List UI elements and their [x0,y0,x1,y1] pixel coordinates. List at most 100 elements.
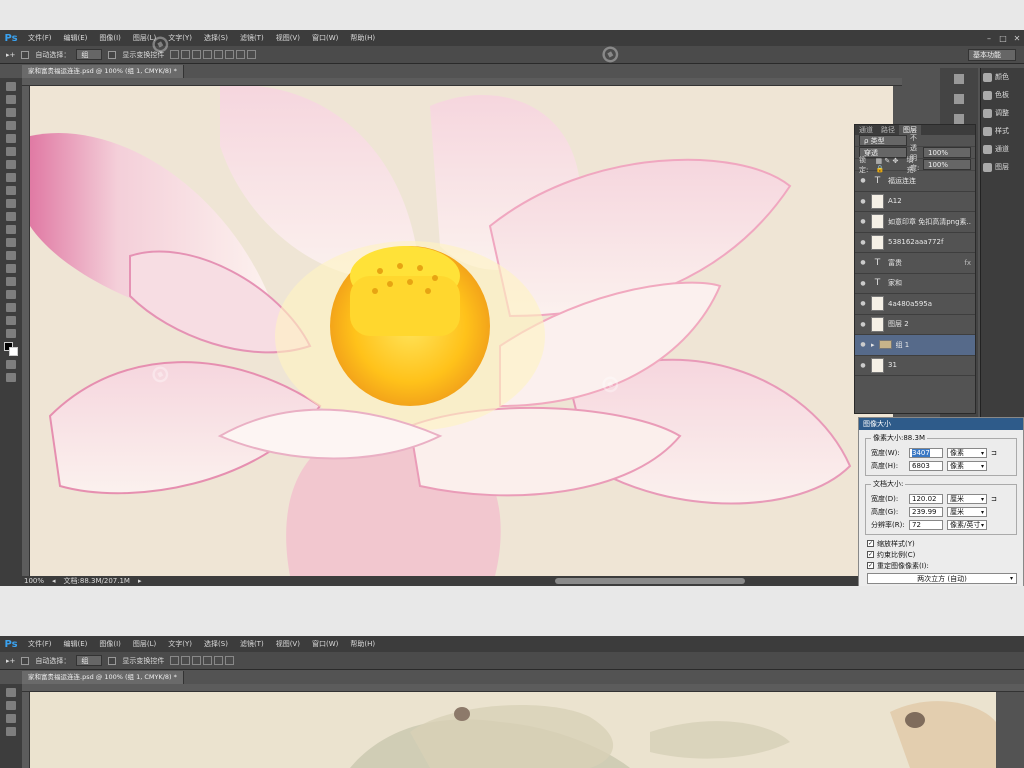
gradient-tool-icon[interactable] [6,225,16,234]
dock-swatches[interactable]: 色板 [981,86,1024,104]
menu-help[interactable]: 帮助(H) [344,30,381,46]
layer-row[interactable]: ● 4a480a595a [855,294,975,315]
maximize-icon[interactable]: □ [996,34,1010,43]
resample-checkbox[interactable]: ✓ [867,562,874,569]
align-left-icon[interactable] [203,50,213,59]
visibility-eye-icon[interactable]: ● [859,239,867,246]
blur-tool-icon[interactable] [6,238,16,247]
visibility-eye-icon[interactable]: ● [859,177,867,184]
show-transform-checkbox[interactable] [108,50,117,59]
info-panel-icon[interactable] [954,114,964,124]
distribute-icon[interactable] [236,50,246,59]
dock-adjustments[interactable]: 调整 [981,104,1024,122]
move-tool-icon[interactable] [6,82,16,91]
background-color[interactable] [9,347,18,356]
lasso-tool-icon[interactable] [6,108,16,117]
menu-window[interactable]: 窗口(W) [306,30,344,46]
tab-channels[interactable]: 通道 [855,125,877,135]
horizontal-scrollbar[interactable] [555,578,745,584]
visibility-eye-icon[interactable]: ● [859,362,867,369]
history-brush-icon[interactable] [6,199,16,208]
auto-select-dropdown[interactable]: 组 [76,655,103,666]
dock-color[interactable]: 颜色 [981,68,1024,86]
canvas-painting[interactable] [30,692,996,768]
menu-select[interactable]: 选择(S) [198,30,234,46]
constrain-checkbox[interactable]: ✓ [867,551,874,558]
layer-row[interactable]: ● T 富贵 fx [855,253,975,274]
layer-row[interactable]: ● 图层 2 [855,315,975,335]
visibility-eye-icon[interactable]: ● [859,321,867,328]
menu-view[interactable]: 视图(V) [270,30,306,46]
visibility-eye-icon[interactable]: ● [859,280,867,287]
doc-info[interactable]: 文档:88.3M/207.1M [64,576,130,586]
tab-paths[interactable]: 路径 [877,125,899,135]
healing-tool-icon[interactable] [6,160,16,169]
doc-height-input[interactable]: 239.99 [909,506,943,517]
stamp-tool-icon[interactable] [6,186,16,195]
layer-row[interactable]: ● T 家和 [855,274,975,294]
marquee-tool-icon[interactable] [6,701,16,710]
constrain-row[interactable]: ✓ 约束比例(C) [859,549,1023,560]
close-icon[interactable]: ✕ [1010,34,1024,43]
dock-styles[interactable]: 样式 [981,122,1024,140]
visibility-eye-icon[interactable]: ● [859,259,867,266]
show-transform-checkbox[interactable] [108,656,117,665]
eyedropper-tool-icon[interactable] [6,147,16,156]
visibility-eye-icon[interactable]: ● [859,218,867,225]
lasso-tool-icon[interactable] [6,714,16,723]
dock-layers[interactable]: 图层 [981,158,1024,176]
properties-panel-icon[interactable] [954,94,964,104]
doc-width-unit-dropdown[interactable]: 厘米 [947,493,987,504]
align-right-icon[interactable] [225,50,235,59]
pen-tool-icon[interactable] [6,264,16,273]
resolution-input[interactable]: 72 [909,519,943,530]
width-input[interactable]: 3407 [909,447,943,458]
visibility-eye-icon[interactable]: ● [859,341,867,348]
path-select-icon[interactable] [6,290,16,299]
scale-styles-row[interactable]: ✓ 缩放样式(Y) [859,538,1023,549]
menu-view[interactable]: 视图(V) [270,636,306,652]
visibility-eye-icon[interactable]: ● [859,300,867,307]
hand-tool-icon[interactable] [6,316,16,325]
align-top-icon[interactable] [170,656,180,665]
height-unit-dropdown[interactable]: 像素 [947,460,987,471]
menu-window[interactable]: 窗口(W) [306,636,344,652]
auto-select-checkbox[interactable] [21,656,30,665]
width-unit-dropdown[interactable]: 像素 [947,447,987,458]
layer-row[interactable]: ● 31 [855,356,975,376]
move-tool-icon[interactable]: ▸+ [6,51,15,59]
move-tool-icon[interactable] [6,688,16,697]
menu-edit[interactable]: 编辑(E) [58,30,94,46]
history-panel-icon[interactable] [954,74,964,84]
dodge-tool-icon[interactable] [6,251,16,260]
type-tool-icon[interactable] [6,277,16,286]
crop-tool-icon[interactable] [6,134,16,143]
layer-row[interactable]: ● 538162aaa772f [855,233,975,253]
doc-height-unit-dropdown[interactable]: 厘米 [947,506,987,517]
resolution-unit-dropdown[interactable]: 像素/英寸 [947,519,987,530]
minimize-icon[interactable]: – [982,34,996,43]
align-hcenter-icon[interactable] [214,50,224,59]
quick-select-tool-icon[interactable] [6,727,16,736]
opacity-input[interactable]: 100% [923,147,971,158]
shape-tool-icon[interactable] [6,303,16,312]
interpolation-dropdown[interactable]: 两次立方 (自动) [867,573,1017,584]
layer-kind-filter[interactable]: ρ 类型 [859,135,907,146]
align-right-icon[interactable] [225,656,235,665]
color-swatches[interactable] [4,342,18,356]
menu-layer[interactable]: 图层(L) [127,636,162,652]
canvas-lotus[interactable] [30,86,893,576]
align-bottom-icon[interactable] [192,50,202,59]
fill-input[interactable]: 100% [922,159,971,170]
eraser-tool-icon[interactable] [6,212,16,221]
menu-type[interactable]: 文字(Y) [162,636,198,652]
scale-styles-checkbox[interactable]: ✓ [867,540,874,547]
status-menu-icon[interactable]: ▸ [138,577,142,585]
menu-edit[interactable]: 编辑(E) [58,636,94,652]
layer-row[interactable]: ● 如意印章 免扣高清png素... [855,212,975,233]
menu-help[interactable]: 帮助(H) [344,636,381,652]
zoom-tool-icon[interactable] [6,329,16,338]
distribute-icon[interactable] [247,50,257,59]
layer-effects-icon[interactable]: fx [964,259,971,267]
workspace-dropdown[interactable]: 基本功能 [968,49,1016,61]
